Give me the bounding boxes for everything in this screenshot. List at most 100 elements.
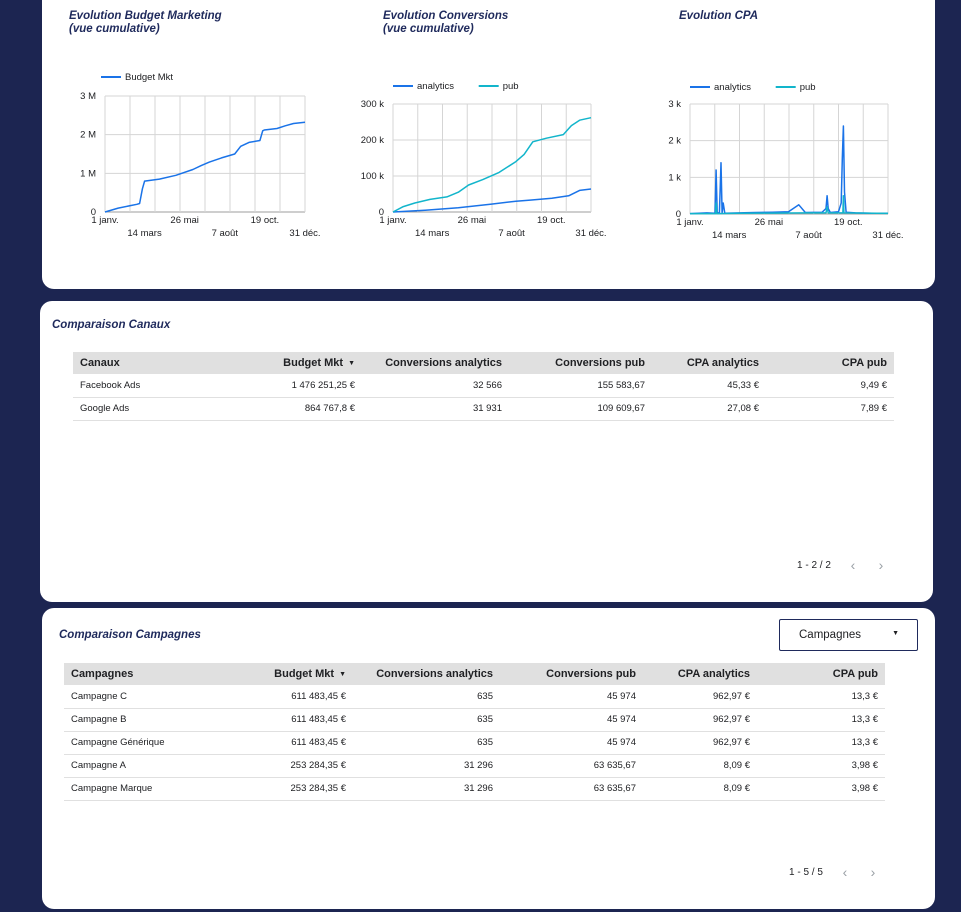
y-tick-label: 3 k xyxy=(668,99,681,110)
canaux-col-conv-pub[interactable]: Conversions pub xyxy=(509,352,652,374)
cell-campagne: Campagne B xyxy=(64,708,194,732)
x-tick-label: 19 oct. xyxy=(251,215,280,226)
canaux-col-canaux[interactable]: Canaux xyxy=(73,352,203,374)
next-page-icon[interactable]: › xyxy=(867,557,895,573)
cell-cpa-analytics: 962,97 € xyxy=(643,731,757,755)
caret-down-icon: ▼ xyxy=(892,630,899,637)
campagnes-dropdown-label: Campagnes xyxy=(799,629,862,641)
x-tick-label: 26 mai xyxy=(458,215,487,226)
x-tick-label: 31 déc. xyxy=(872,230,903,241)
table-row: Facebook Ads 1 476 251,25 € 32 566 155 5… xyxy=(73,374,894,398)
x-tick-label: 19 oct. xyxy=(834,217,863,228)
cell-cpa-pub: 13,3 € xyxy=(757,685,885,709)
campagnes-header-row: Campagnes Budget Mkt ▼ Conversions analyt… xyxy=(64,663,885,685)
canaux-table: Canaux Budget Mkt ▼ Conversions analytics… xyxy=(73,352,894,421)
table-row: Campagne Marque 253 284,35 €31 296 63 635,… xyxy=(64,777,885,801)
cell-cpa-pub: 3,98 € xyxy=(757,754,885,778)
cell-conv-analytics: 31 931 xyxy=(362,397,509,421)
cell-cpa-analytics: 45,33 € xyxy=(652,374,766,398)
x-tick-label: 1 janv. xyxy=(91,215,118,226)
canaux-card: Comparaison Canaux Canaux Budget Mkt ▼ Co… xyxy=(40,301,933,602)
canaux-header-row: Canaux Budget Mkt ▼ Conversions analytics… xyxy=(73,352,894,374)
x-tick-label: 19 oct. xyxy=(537,215,566,226)
y-tick-label: 3 M xyxy=(80,91,96,102)
x-tick-label: 26 mai xyxy=(755,217,784,228)
cell-conv-analytics: 32 566 xyxy=(362,374,509,398)
cell-cpa-pub: 3,98 € xyxy=(757,777,885,801)
cell-budget: 611 483,45 € xyxy=(194,731,353,755)
campagnes-col-conv-pub[interactable]: Conversions pub xyxy=(500,663,643,685)
y-tick-label: 100 k xyxy=(361,171,384,182)
table-row: Campagne C 611 483,45 €635 45 974 962,97 €1… xyxy=(64,685,885,709)
cell-canal: Facebook Ads xyxy=(73,374,203,398)
charts-canvas: 01 M2 M3 M1 janv.14 mars26 mai7 août19 o… xyxy=(80,72,903,241)
cell-conv-pub: 45 974 xyxy=(500,708,643,732)
cell-cpa-analytics: 962,97 € xyxy=(643,708,757,732)
campagnes-table: Campagnes Budget Mkt ▼ Conversions analyt… xyxy=(64,663,885,801)
cell-cpa-analytics: 962,97 € xyxy=(643,685,757,709)
cell-budget: 253 284,35 € xyxy=(194,754,353,778)
charts-card: Evolution Budget Marketing (vue cumulati… xyxy=(42,0,935,289)
y-tick-label: 300 k xyxy=(361,99,384,110)
sort-desc-icon: ▼ xyxy=(348,360,355,367)
campagnes-dropdown[interactable]: Campagnes ▼ xyxy=(779,619,918,651)
x-tick-label: 7 août xyxy=(212,228,239,239)
x-tick-label: 14 mars xyxy=(712,230,747,241)
cell-conv-pub: 109 609,67 xyxy=(509,397,652,421)
cell-conv-pub: 155 583,67 xyxy=(509,374,652,398)
cell-campagne: Campagne C xyxy=(64,685,194,709)
cell-cpa-analytics: 27,08 € xyxy=(652,397,766,421)
next-page-icon[interactable]: › xyxy=(859,864,887,880)
cell-cpa-pub: 13,3 € xyxy=(757,708,885,732)
prev-page-icon[interactable]: ‹ xyxy=(831,864,859,880)
legend-label: analytics xyxy=(417,81,454,92)
x-tick-label: 31 déc. xyxy=(575,228,606,239)
cell-budget: 253 284,35 € xyxy=(194,777,353,801)
cell-conv-analytics: 31 296 xyxy=(353,754,500,778)
y-tick-label: 2 k xyxy=(668,136,681,147)
legend-label: analytics xyxy=(714,82,751,93)
cell-budget: 1 476 251,25 € xyxy=(203,374,362,398)
canaux-col-cpa-pub[interactable]: CPA pub xyxy=(766,352,894,374)
campagnes-col-campagnes[interactable]: Campagnes xyxy=(64,663,194,685)
canaux-title: Comparaison Canaux xyxy=(52,319,171,331)
table-row: Campagne A 253 284,35 €31 296 63 635,67 8,0… xyxy=(64,754,885,778)
cell-conv-analytics: 635 xyxy=(353,731,500,755)
campagnes-col-cpa-pub[interactable]: CPA pub xyxy=(757,663,885,685)
x-tick-label: 14 mars xyxy=(415,228,450,239)
table-row: Campagne Générique 611 483,45 €635 45 974 9… xyxy=(64,731,885,755)
campagnes-title: Comparaison Campagnes xyxy=(59,629,201,641)
canaux-col-conv-analytics[interactable]: Conversions analytics xyxy=(362,352,509,374)
legend-label: Budget Mkt xyxy=(125,72,173,83)
y-tick-label: 2 M xyxy=(80,130,96,141)
cell-canal: Google Ads xyxy=(73,397,203,421)
cell-cpa-pub: 9,49 € xyxy=(766,374,894,398)
campagnes-page-count: 1 - 5 / 5 xyxy=(789,866,823,878)
campagnes-col-budget-label: Budget Mkt xyxy=(274,668,335,680)
prev-page-icon[interactable]: ‹ xyxy=(839,557,867,573)
x-tick-label: 31 déc. xyxy=(289,228,320,239)
x-tick-label: 14 mars xyxy=(127,228,162,239)
cell-campagne: Campagne Générique xyxy=(64,731,194,755)
x-tick-label: 7 août xyxy=(795,230,822,241)
campagnes-col-cpa-analytics[interactable]: CPA analytics xyxy=(643,663,757,685)
cell-budget: 864 767,8 € xyxy=(203,397,362,421)
x-tick-label: 1 janv. xyxy=(379,215,406,226)
canaux-col-budget[interactable]: Budget Mkt ▼ xyxy=(203,352,362,374)
campagnes-col-conv-analytics[interactable]: Conversions analytics xyxy=(353,663,500,685)
table-row: Google Ads 864 767,8 € 31 931 109 609,67… xyxy=(73,397,894,421)
canaux-col-cpa-analytics[interactable]: CPA analytics xyxy=(652,352,766,374)
cell-conv-pub: 63 635,67 xyxy=(500,777,643,801)
table-row: Campagne B 611 483,45 €635 45 974 962,97 €1… xyxy=(64,708,885,732)
cell-conv-analytics: 635 xyxy=(353,685,500,709)
canaux-col-budget-label: Budget Mkt xyxy=(283,357,344,369)
sort-desc-icon: ▼ xyxy=(339,671,346,678)
campagnes-col-budget[interactable]: Budget Mkt ▼ xyxy=(194,663,353,685)
legend-label: pub xyxy=(800,82,816,93)
legend-label: pub xyxy=(503,81,519,92)
cell-cpa-analytics: 8,09 € xyxy=(643,754,757,778)
cell-campagne: Campagne A xyxy=(64,754,194,778)
x-tick-label: 26 mai xyxy=(170,215,199,226)
campagnes-card: Comparaison Campagnes Campagnes ▼ Campag… xyxy=(42,608,935,909)
cell-conv-analytics: 635 xyxy=(353,708,500,732)
